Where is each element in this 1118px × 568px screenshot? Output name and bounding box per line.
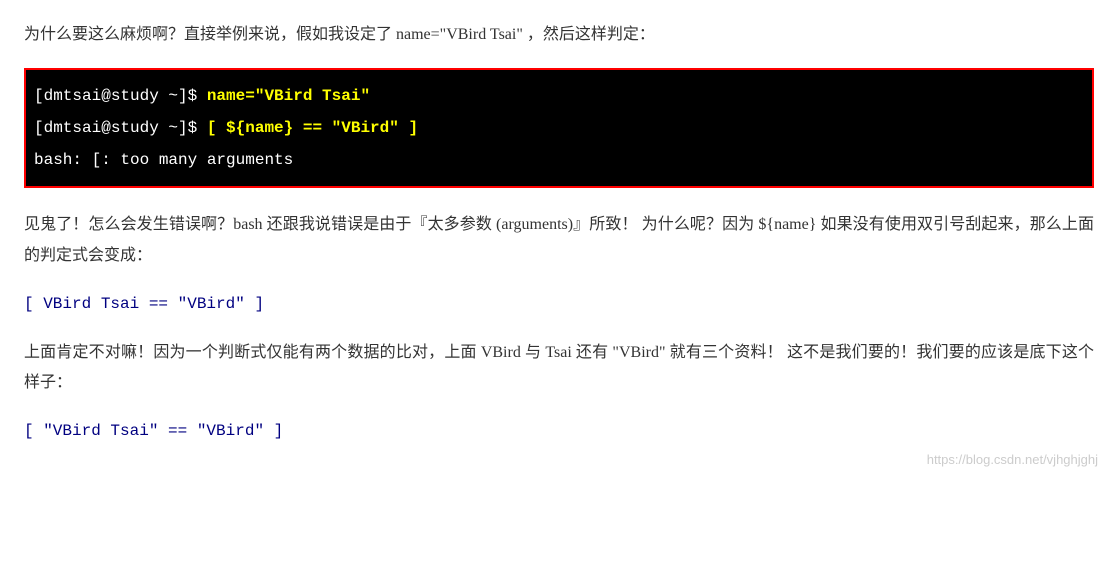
terminal-line-1: [dmtsai@study ~]$ name="VBird Tsai" bbox=[34, 80, 1084, 112]
code-example-1: [ VBird Tsai == "VBird" ] bbox=[24, 289, 1094, 319]
terminal-block: [dmtsai@study ~]$ name="VBird Tsai" [dmt… bbox=[24, 68, 1094, 188]
command-text: [ ${name} == "VBird" ] bbox=[207, 119, 418, 137]
explanation-paragraph-1: 见鬼了！怎么会发生错误啊？bash 还跟我说错误是由于『太多参数 (argume… bbox=[24, 210, 1094, 271]
watermark-text: https://blog.csdn.net/vjhghjghj bbox=[927, 448, 1098, 473]
explanation-paragraph-2: 上面肯定不对嘛！因为一个判断式仅能有两个数据的比对，上面 VBird 与 Tsa… bbox=[24, 338, 1094, 399]
terminal-line-2: [dmtsai@study ~]$ [ ${name} == "VBird" ] bbox=[34, 112, 1084, 144]
command-text: name="VBird Tsai" bbox=[207, 87, 370, 105]
output-text: bash: [: too many arguments bbox=[34, 151, 293, 169]
intro-paragraph: 为什么要这么麻烦啊？直接举例来说，假如我设定了 name="VBird Tsai… bbox=[24, 20, 1094, 50]
code-example-2: [ "VBird Tsai" == "VBird" ] bbox=[24, 416, 1094, 446]
prompt-text: [dmtsai@study ~]$ bbox=[34, 119, 207, 137]
prompt-text: [dmtsai@study ~]$ bbox=[34, 87, 207, 105]
terminal-line-3: bash: [: too many arguments bbox=[34, 144, 1084, 176]
